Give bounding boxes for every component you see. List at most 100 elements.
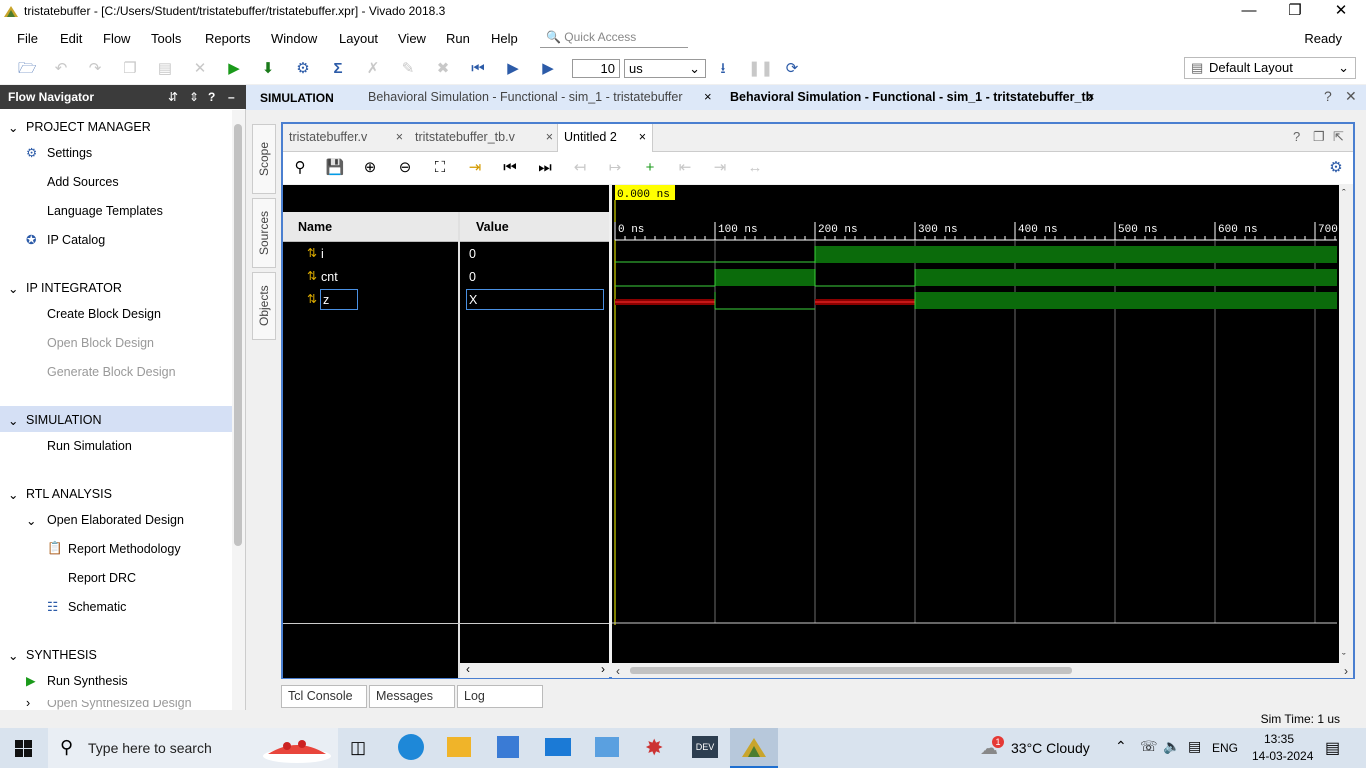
section-simulation[interactable]: SIMULATION xyxy=(26,413,101,427)
search-icon[interactable]: ⚲ xyxy=(290,158,310,178)
chevron-down-icon[interactable]: ⌄ xyxy=(8,648,18,663)
restart-icon[interactable]: ⏮ xyxy=(469,60,487,78)
tab-untitled-2[interactable]: Untitled 2 × xyxy=(557,124,653,152)
tab-scope[interactable]: Scope xyxy=(252,124,276,194)
open-project-icon[interactable]: 🗁 xyxy=(18,60,37,78)
value-hscrollbar[interactable]: ‹ › xyxy=(460,662,609,678)
go-to-end-icon[interactable]: ⏭ xyxy=(535,158,555,178)
menu-reports[interactable]: Reports xyxy=(205,31,251,46)
nav-add-sources[interactable]: Add Sources xyxy=(47,175,119,189)
time-unit-select[interactable]: us ⌄ xyxy=(624,59,706,78)
signal-name-cnt[interactable]: cnt xyxy=(321,270,338,284)
swap-cursors-icon[interactable]: ↔ xyxy=(745,158,765,178)
help-icon[interactable]: ? xyxy=(1293,129,1300,144)
windows-start-icon[interactable] xyxy=(15,740,32,757)
nav-create-block-design[interactable]: Create Block Design xyxy=(47,307,161,321)
signal-value-z-box[interactable]: X xyxy=(466,289,604,310)
run-icon[interactable]: ▶ xyxy=(225,60,243,78)
mail-icon[interactable] xyxy=(545,738,571,756)
run-for-icon[interactable]: ▶ xyxy=(539,60,557,78)
nav-open-synthesized-design[interactable]: Open Synthesized Design xyxy=(47,700,192,710)
task-view-icon[interactable]: ◫ xyxy=(350,738,366,758)
scroll-right-icon[interactable]: › xyxy=(601,662,605,676)
previous-marker-icon[interactable]: ⇤ xyxy=(675,158,695,178)
network-icon[interactable]: ▤ xyxy=(1188,738,1201,755)
close-icon[interactable]: × xyxy=(396,124,403,150)
language-indicator[interactable]: ENG xyxy=(1212,741,1238,755)
chevron-right-icon[interactable]: › xyxy=(26,700,30,710)
next-marker-icon[interactable]: ⇥ xyxy=(710,158,730,178)
notification-icon[interactable]: ▤ xyxy=(1325,738,1340,758)
column-divider[interactable] xyxy=(458,212,460,678)
chevron-down-icon[interactable]: ⌄ xyxy=(8,281,18,296)
maximize-icon[interactable]: ⇱ xyxy=(1333,129,1344,145)
redo-icon[interactable]: ↷ xyxy=(86,60,104,78)
close-icon[interactable]: × xyxy=(546,124,553,150)
restore-icon[interactable]: ❐ xyxy=(1313,129,1325,145)
menu-run[interactable]: Run xyxy=(446,31,470,46)
section-rtl-analysis[interactable]: RTL ANALYSIS xyxy=(26,487,112,501)
tab-tristatebuffer-v[interactable]: tristatebuffer.v × xyxy=(283,124,407,152)
menu-view[interactable]: View xyxy=(398,31,426,46)
add-marker-icon[interactable]: + xyxy=(640,158,660,178)
nav-open-elaborated-design[interactable]: Open Elaborated Design xyxy=(47,513,184,527)
value-column-header[interactable]: Value xyxy=(460,212,609,242)
settings-gear-icon[interactable]: ⚙ xyxy=(1326,158,1346,178)
menu-layout[interactable]: Layout xyxy=(339,31,378,46)
tab-tritstatebuffer-tb-v[interactable]: tritstatebuffer_tb.v × xyxy=(409,124,557,152)
step-icon[interactable]: ⭳ xyxy=(714,60,732,78)
chevron-down-icon[interactable]: ⌄ xyxy=(8,120,18,135)
menu-edit[interactable]: Edit xyxy=(60,31,82,46)
menu-window[interactable]: Window xyxy=(271,31,317,46)
cancel-icon[interactable]: ✖ xyxy=(434,60,452,78)
tab-tcl-console[interactable]: Tcl Console xyxy=(281,685,367,708)
collapse-all-icon[interactable]: ⇵ xyxy=(168,85,178,109)
edge-browser-icon[interactable] xyxy=(398,734,424,760)
close-icon[interactable]: × xyxy=(704,89,712,104)
nav-report-drc[interactable]: Report DRC xyxy=(68,571,136,585)
break-icon[interactable]: ❚❚ xyxy=(748,60,773,78)
signal-name-i[interactable]: i xyxy=(321,247,324,261)
section-synthesis[interactable]: SYNTHESIS xyxy=(26,648,97,662)
app-icon[interactable] xyxy=(595,737,619,757)
nav-schematic[interactable]: Schematic xyxy=(68,600,126,614)
nav-settings[interactable]: Settings xyxy=(47,146,92,160)
scroll-thumb[interactable] xyxy=(234,124,242,546)
nav-report-methodology[interactable]: Report Methodology xyxy=(68,542,181,556)
debug-icon[interactable]: ✗ xyxy=(364,60,382,78)
close-icon[interactable]: × xyxy=(1087,89,1095,104)
minimize-button[interactable]: — xyxy=(1226,0,1272,24)
signal-name-z-box[interactable]: z xyxy=(320,289,358,310)
delete-icon[interactable]: ✕ xyxy=(191,60,209,78)
file-explorer-icon[interactable] xyxy=(447,737,471,757)
edit-icon[interactable]: ✎ xyxy=(399,60,417,78)
waveform-canvas[interactable]: 0.000 ns 0 ns 100 ns 200 ns 300 ns 400 ns 500… xyxy=(612,185,1353,678)
weather-text[interactable]: 33°C Cloudy xyxy=(1011,740,1090,756)
settings-gear-icon[interactable]: ⚙ xyxy=(294,60,312,78)
run-all-icon[interactable]: ▶ xyxy=(504,60,522,78)
program-download-icon[interactable]: ⬇ xyxy=(259,60,277,78)
close-button[interactable]: ✕ xyxy=(1318,0,1364,24)
help-icon[interactable]: ? xyxy=(1324,88,1332,104)
menu-tools[interactable]: Tools xyxy=(151,31,181,46)
scroll-down-icon[interactable]: ˇ xyxy=(1342,652,1346,664)
hscroll-thumb[interactable] xyxy=(630,667,1072,674)
tab-objects[interactable]: Objects xyxy=(252,272,276,340)
section-project-manager[interactable]: PROJECT MANAGER xyxy=(26,120,151,134)
nav-open-block-design[interactable]: Open Block Design xyxy=(47,336,154,350)
scroll-left-icon[interactable]: ‹ xyxy=(616,664,620,678)
maximize-button[interactable]: ❐ xyxy=(1272,0,1318,24)
spider-app-icon[interactable]: ✸ xyxy=(645,735,663,761)
volume-icon[interactable]: 🔈 xyxy=(1163,738,1180,755)
tab-sources[interactable]: Sources xyxy=(252,198,276,268)
previous-transition-icon[interactable]: ↤ xyxy=(570,158,590,178)
sigma-report-icon[interactable]: Σ xyxy=(329,60,347,78)
tab-sim-tritstatebuffer-tb[interactable]: Behavioral Simulation - Functional - sim… xyxy=(730,90,1093,104)
zoom-out-icon[interactable]: ⊖ xyxy=(395,158,415,178)
nav-run-simulation[interactable]: Run Simulation xyxy=(47,439,132,453)
expand-all-icon[interactable]: ⇕ xyxy=(189,85,199,109)
save-icon[interactable]: 💾 xyxy=(325,158,345,178)
nav-ip-catalog[interactable]: IP Catalog xyxy=(47,233,105,247)
help-icon[interactable]: ? xyxy=(208,85,215,109)
nav-generate-block-design[interactable]: Generate Block Design xyxy=(47,365,176,379)
